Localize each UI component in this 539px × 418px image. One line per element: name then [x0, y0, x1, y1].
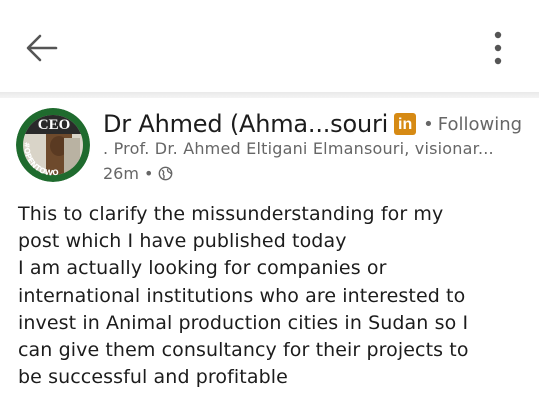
magazine-title: CEO — [38, 117, 71, 133]
author-row: Dr Ahmed (Ahma...souri in • Following — [103, 108, 522, 140]
globe-icon — [159, 166, 173, 180]
app-header — [0, 0, 539, 92]
avatar[interactable]: CEO #OPENTOWORK — [16, 108, 90, 182]
linkedin-badge-icon: in — [394, 113, 417, 135]
separator-dot: • — [423, 113, 434, 135]
meta-separator: • — [143, 163, 154, 183]
post-body: This to clarify the missunderstanding fo… — [18, 203, 469, 389]
post-time: 26m — [103, 163, 139, 183]
following-status[interactable]: Following — [438, 114, 522, 135]
post-meta: 26m • — [103, 162, 173, 184]
author-headline: . Prof. Dr. Ahmed Eltigani Elmansouri, v… — [103, 139, 494, 158]
section-divider — [0, 92, 539, 98]
author-name[interactable]: Dr Ahmed (Ahma...souri — [103, 110, 388, 138]
more-vertical-icon[interactable] — [486, 28, 510, 68]
arrow-left-icon[interactable] — [24, 30, 60, 66]
